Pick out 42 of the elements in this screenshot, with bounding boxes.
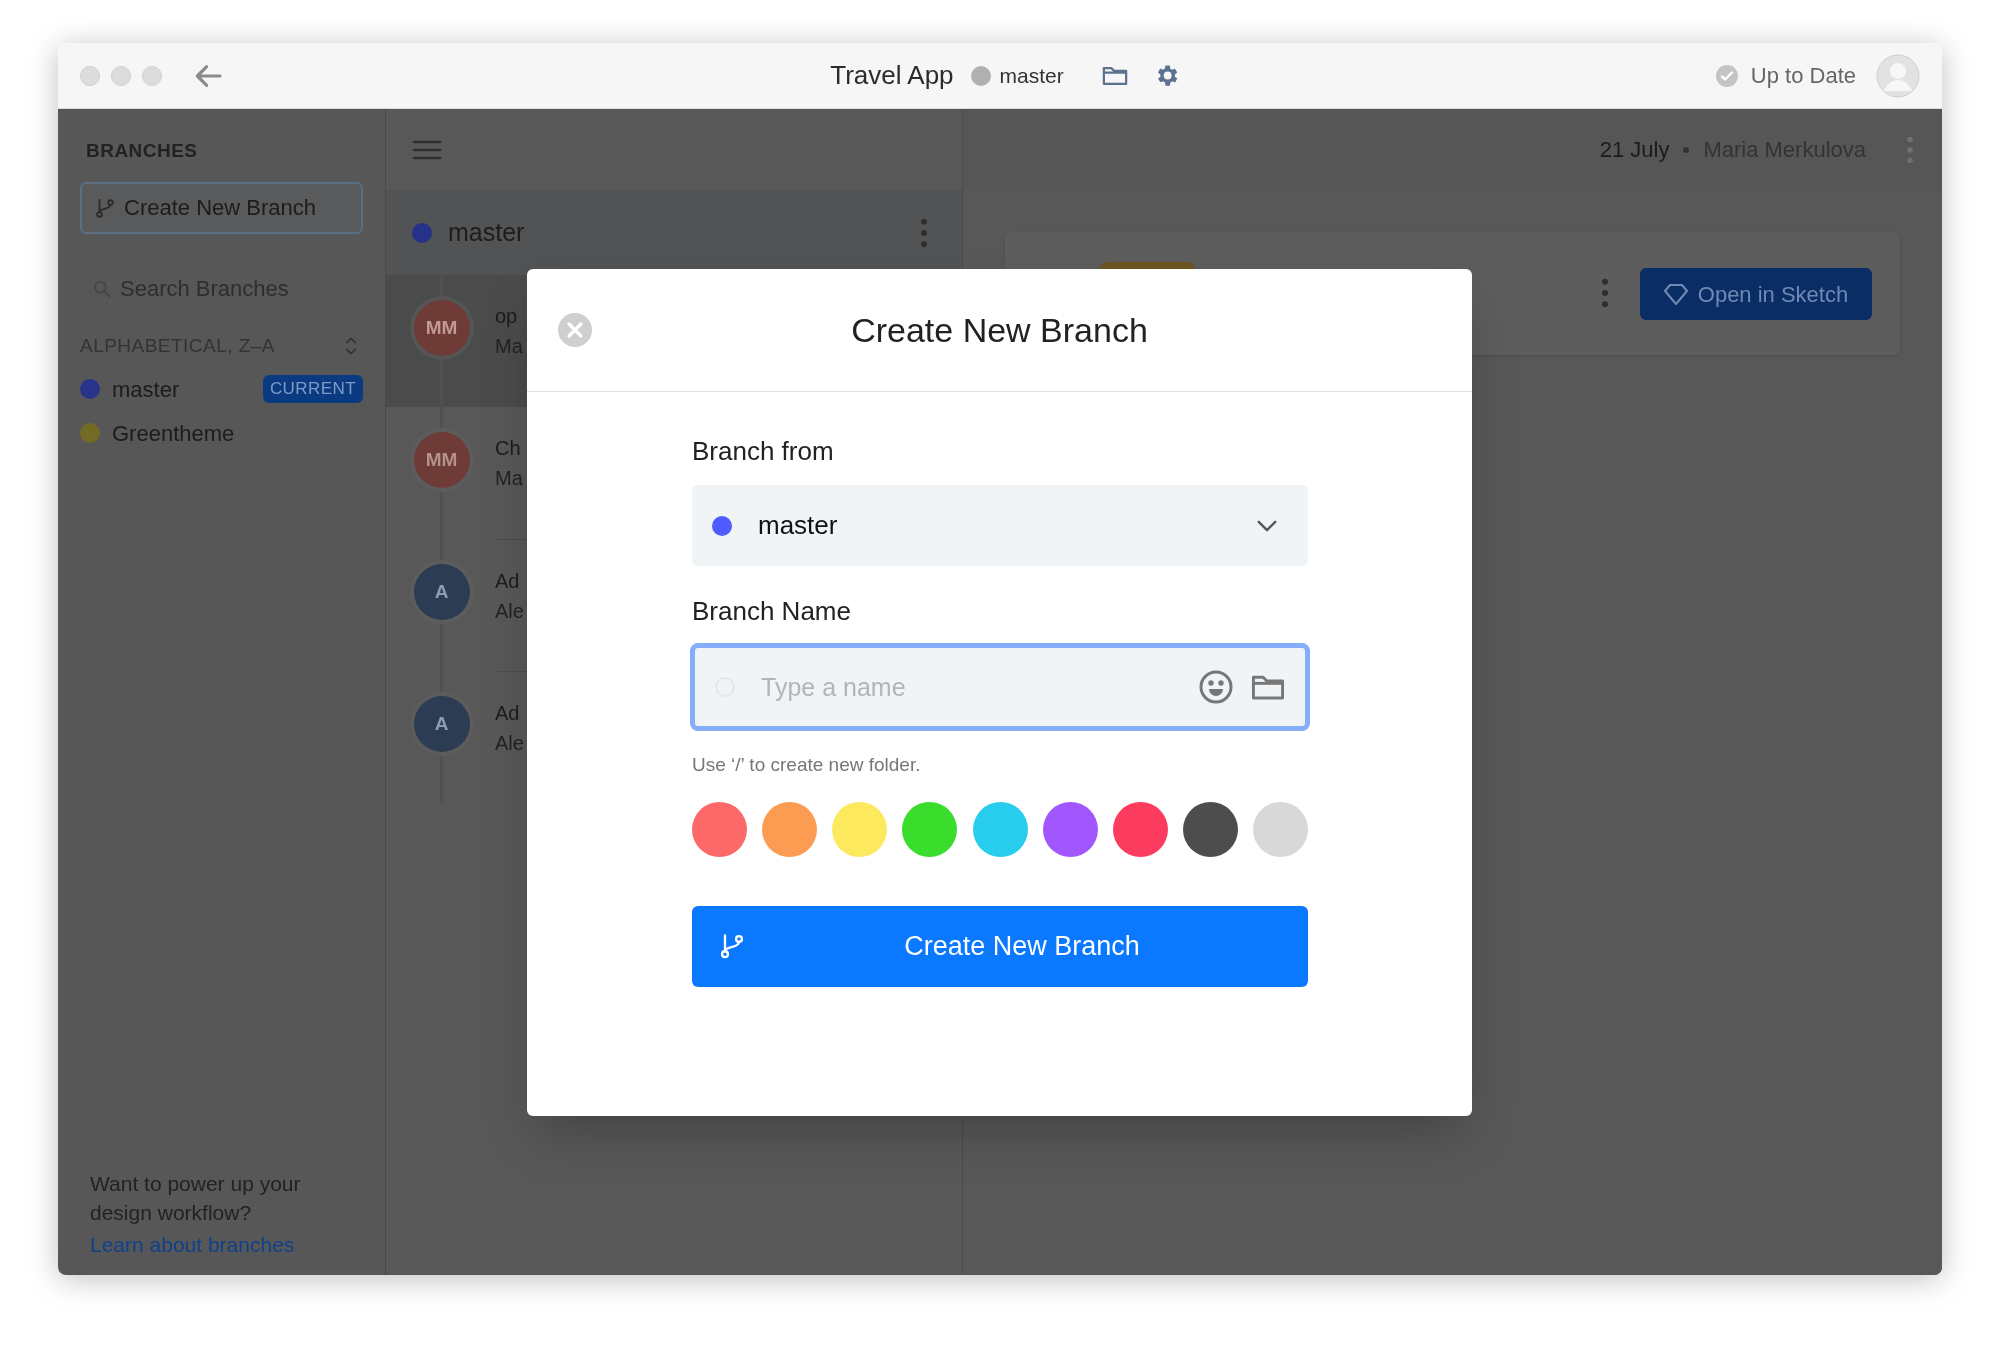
commit-title: Ch (495, 436, 521, 461)
more-icon[interactable] (1906, 135, 1914, 164)
avatar: MM (413, 300, 470, 356)
avatar: A (413, 696, 470, 752)
chevron-down-icon[interactable] (1256, 519, 1278, 532)
selected-branch: master (758, 509, 838, 542)
branch-dropdown[interactable]: master (692, 485, 1308, 566)
more-icon[interactable] (920, 217, 928, 248)
create-branch-button[interactable]: Create New Branch (80, 181, 363, 234)
field-label: Branch Name (692, 595, 851, 628)
dialog-title: Create New Branch (851, 309, 1148, 351)
diamond-icon (1663, 283, 1688, 305)
avatar: MM (413, 432, 470, 488)
window-control[interactable] (111, 65, 131, 86)
window-title: Travel App (830, 59, 954, 92)
commit-date: 21 July (1599, 136, 1670, 164)
window-control[interactable] (80, 65, 100, 86)
branch-item[interactable]: master (112, 372, 180, 406)
emoji-icon[interactable] (1199, 670, 1233, 704)
menu-icon[interactable] (412, 138, 442, 161)
field-label: Branch from (692, 435, 834, 468)
color-swatch[interactable] (692, 801, 747, 857)
user-avatar[interactable] (1876, 53, 1920, 98)
close-icon[interactable] (558, 313, 592, 347)
branch-label: master (999, 62, 1064, 89)
check-icon (1714, 63, 1739, 88)
branch-item[interactable]: Greentheme (112, 416, 235, 450)
folder-icon[interactable] (1251, 673, 1285, 701)
branch-name-field[interactable]: Type a name (690, 643, 1310, 731)
hint-text: Use ‘/’ to create new folder. (692, 753, 921, 777)
window-control[interactable] (142, 65, 162, 86)
sync-status: Up to Date (1750, 62, 1856, 90)
more-icon[interactable] (1601, 278, 1609, 308)
folder-icon[interactable] (1101, 65, 1128, 86)
branch-name: master (448, 216, 525, 248)
commit-title: Ad (495, 701, 520, 726)
current-badge: CURRENT (262, 375, 363, 403)
open-in-sketch-button[interactable]: Open in Sketch (1640, 268, 1872, 320)
create-branch-button[interactable]: Create New Branch (692, 905, 1308, 987)
avatar: A (413, 564, 470, 620)
learn-link[interactable]: Learn about branches (90, 1227, 295, 1263)
commit-title: Ad (495, 569, 520, 594)
